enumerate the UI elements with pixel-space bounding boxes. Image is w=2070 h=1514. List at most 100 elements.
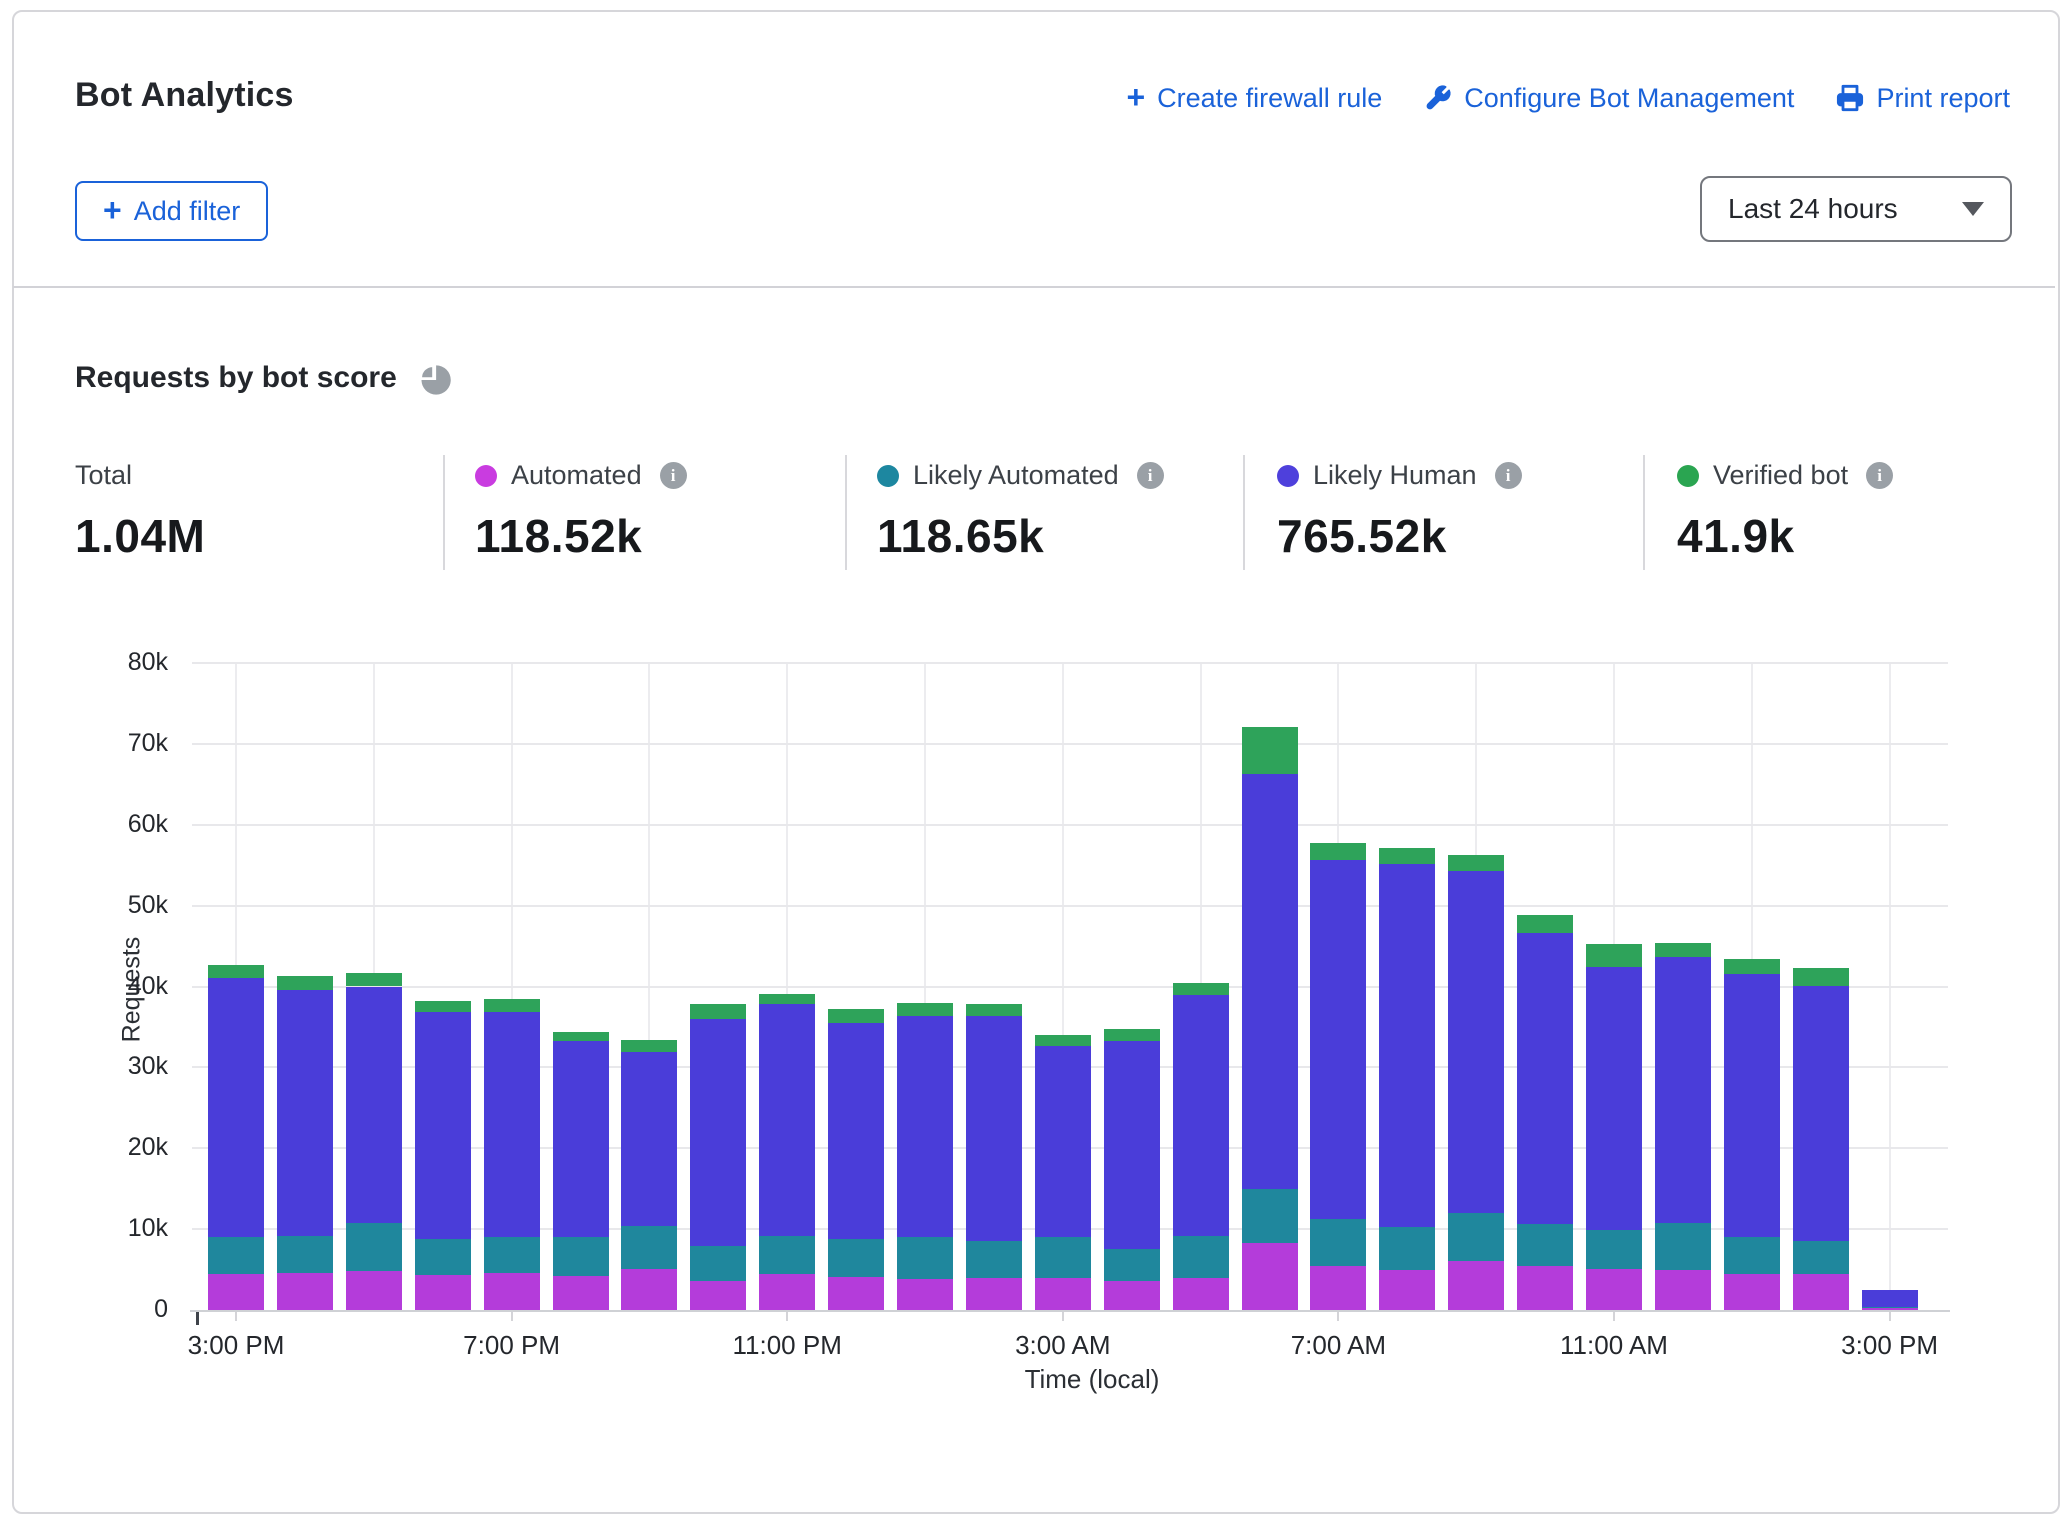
bar-segment-verified-bot[interactable]	[966, 1004, 1022, 1015]
bar-segment-verified-bot[interactable]	[1793, 968, 1849, 986]
bar-segment-verified-bot[interactable]	[621, 1040, 677, 1052]
bar-segment-likely-automated[interactable]	[1173, 1236, 1229, 1278]
bar-segment-likely-automated[interactable]	[208, 1237, 264, 1274]
bar-segment-automated[interactable]	[621, 1269, 677, 1310]
bar-segment-verified-bot[interactable]	[277, 976, 333, 990]
bar-segment-automated[interactable]	[1724, 1274, 1780, 1310]
bar-segment-likely-human[interactable]	[897, 1016, 953, 1238]
bar-segment-likely-automated[interactable]	[346, 1223, 402, 1271]
bar-segment-likely-automated[interactable]	[1724, 1237, 1780, 1273]
bar-segment-verified-bot[interactable]	[1655, 943, 1711, 957]
bar-segment-automated[interactable]	[966, 1278, 1022, 1310]
bar-segment-likely-human[interactable]	[553, 1041, 609, 1237]
bar-segment-verified-bot[interactable]	[1035, 1035, 1091, 1046]
bar-segment-likely-automated[interactable]	[1104, 1249, 1160, 1281]
bar-segment-verified-bot[interactable]	[346, 973, 402, 987]
bar-segment-likely-automated[interactable]	[553, 1237, 609, 1276]
bar-segment-likely-human[interactable]	[1862, 1290, 1918, 1307]
bar-segment-likely-human[interactable]	[484, 1012, 540, 1238]
bar-segment-likely-human[interactable]	[759, 1004, 815, 1235]
bar-segment-automated[interactable]	[828, 1277, 884, 1310]
bar-segment-likely-automated[interactable]	[1379, 1227, 1435, 1270]
bar-segment-verified-bot[interactable]	[828, 1009, 884, 1023]
bar-segment-automated[interactable]	[690, 1281, 746, 1310]
bar-segment-automated[interactable]	[346, 1271, 402, 1310]
bar-segment-automated[interactable]	[1862, 1308, 1918, 1310]
bar-segment-automated[interactable]	[1104, 1281, 1160, 1310]
bar-segment-automated[interactable]	[277, 1273, 333, 1310]
bar-segment-likely-automated[interactable]	[690, 1246, 746, 1281]
bar-segment-automated[interactable]	[1310, 1266, 1366, 1310]
bar-segment-likely-automated[interactable]	[966, 1241, 1022, 1277]
bar-segment-automated[interactable]	[1379, 1270, 1435, 1310]
bar-segment-automated[interactable]	[415, 1275, 471, 1310]
bar-segment-verified-bot[interactable]	[1517, 915, 1573, 933]
bar-segment-likely-human[interactable]	[1035, 1046, 1091, 1238]
bar-segment-likely-automated[interactable]	[1035, 1237, 1091, 1277]
bar-segment-verified-bot[interactable]	[1379, 848, 1435, 864]
bar-segment-likely-human[interactable]	[1448, 871, 1504, 1213]
bar-segment-likely-automated[interactable]	[828, 1239, 884, 1277]
bar-segment-likely-human[interactable]	[277, 990, 333, 1237]
bar-segment-likely-automated[interactable]	[1448, 1213, 1504, 1261]
bar-segment-likely-automated[interactable]	[484, 1237, 540, 1273]
bar-segment-verified-bot[interactable]	[759, 994, 815, 1005]
bar-segment-verified-bot[interactable]	[1173, 983, 1229, 995]
bar-segment-likely-human[interactable]	[1242, 774, 1298, 1189]
bar-segment-verified-bot[interactable]	[1242, 727, 1298, 774]
bar-segment-likely-human[interactable]	[966, 1016, 1022, 1242]
bar-segment-likely-automated[interactable]	[1655, 1223, 1711, 1271]
bar-segment-likely-automated[interactable]	[415, 1239, 471, 1275]
bar-segment-automated[interactable]	[759, 1274, 815, 1310]
bar-segment-likely-human[interactable]	[415, 1012, 471, 1238]
bar-segment-likely-automated[interactable]	[1517, 1224, 1573, 1265]
bar-segment-likely-automated[interactable]	[1586, 1230, 1642, 1269]
bar-segment-automated[interactable]	[1242, 1243, 1298, 1310]
bar-segment-likely-human[interactable]	[1655, 957, 1711, 1223]
bar-segment-verified-bot[interactable]	[1104, 1029, 1160, 1041]
bar-segment-automated[interactable]	[1655, 1270, 1711, 1310]
bar-segment-likely-automated[interactable]	[759, 1236, 815, 1274]
bar-segment-verified-bot[interactable]	[1310, 843, 1366, 859]
bar-segment-likely-human[interactable]	[1724, 974, 1780, 1238]
bar-segment-automated[interactable]	[553, 1276, 609, 1310]
bar-segment-likely-human[interactable]	[208, 978, 264, 1238]
bar-segment-likely-human[interactable]	[1310, 860, 1366, 1220]
bar-segment-likely-automated[interactable]	[1242, 1189, 1298, 1243]
bar-segment-likely-human[interactable]	[1793, 986, 1849, 1242]
bar-segment-verified-bot[interactable]	[208, 965, 264, 977]
bar-segment-automated[interactable]	[1517, 1266, 1573, 1310]
bar-segment-likely-automated[interactable]	[1793, 1241, 1849, 1274]
bar-segment-likely-human[interactable]	[621, 1052, 677, 1226]
bar-segment-automated[interactable]	[1448, 1261, 1504, 1310]
bar-segment-likely-human[interactable]	[1104, 1041, 1160, 1248]
bar-segment-verified-bot[interactable]	[553, 1032, 609, 1042]
bar-segment-likely-human[interactable]	[1517, 933, 1573, 1224]
bar-segment-likely-human[interactable]	[346, 987, 402, 1224]
bar-segment-automated[interactable]	[208, 1274, 264, 1310]
bar-segment-likely-automated[interactable]	[1862, 1307, 1918, 1308]
bar-segment-likely-automated[interactable]	[621, 1226, 677, 1269]
bar-segment-likely-human[interactable]	[1586, 967, 1642, 1230]
bar-segment-likely-human[interactable]	[1379, 864, 1435, 1226]
bar-segment-verified-bot[interactable]	[484, 999, 540, 1012]
bar-segment-verified-bot[interactable]	[690, 1004, 746, 1019]
bar-segment-likely-automated[interactable]	[277, 1236, 333, 1272]
bar-segment-automated[interactable]	[1173, 1278, 1229, 1310]
bar-segment-verified-bot[interactable]	[1724, 959, 1780, 974]
bar-segment-likely-automated[interactable]	[1310, 1219, 1366, 1266]
bar-segment-likely-human[interactable]	[690, 1019, 746, 1246]
x-axis-title: Time (local)	[992, 1364, 1192, 1395]
bar-segment-verified-bot[interactable]	[1448, 855, 1504, 871]
bar-segment-automated[interactable]	[1586, 1269, 1642, 1310]
bar-segment-verified-bot[interactable]	[1586, 944, 1642, 967]
bar-segment-automated[interactable]	[1035, 1278, 1091, 1310]
bar-segment-automated[interactable]	[897, 1279, 953, 1310]
bar-segment-verified-bot[interactable]	[415, 1001, 471, 1012]
bar-segment-automated[interactable]	[1793, 1274, 1849, 1310]
bar-segment-likely-automated[interactable]	[897, 1237, 953, 1279]
bar-segment-automated[interactable]	[484, 1273, 540, 1310]
bar-segment-likely-human[interactable]	[828, 1023, 884, 1239]
bar-segment-verified-bot[interactable]	[897, 1003, 953, 1015]
bar-segment-likely-human[interactable]	[1173, 995, 1229, 1235]
